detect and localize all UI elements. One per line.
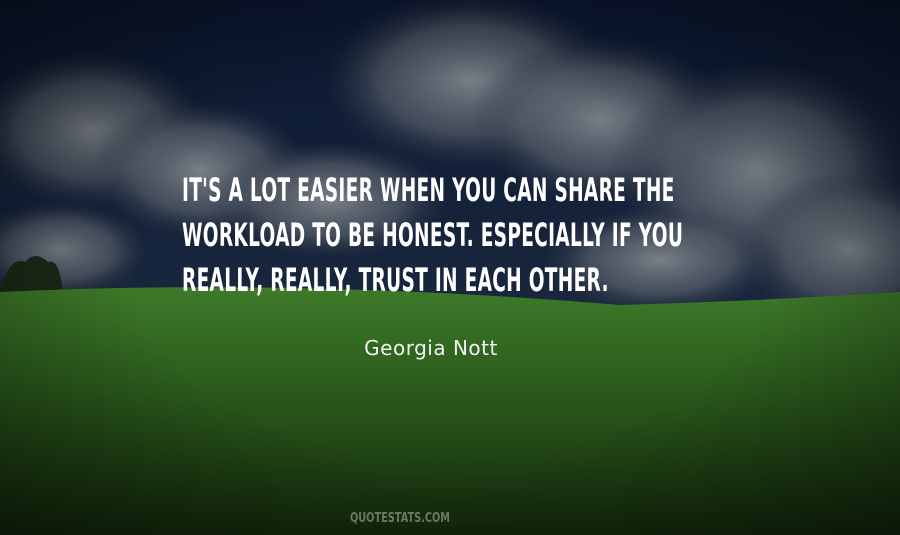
quote-image: IT'S A LOT EASIER WHEN YOU CAN SHARE THE…	[0, 0, 900, 535]
quote-line: IT'S A LOT EASIER WHEN YOU CAN SHARE THE	[182, 171, 675, 209]
quote-line: REALLY, REALLY, TRUST IN EACH OTHER.	[182, 261, 609, 299]
quote-author: Georgia Nott	[364, 336, 498, 360]
site-watermark: QUOTESTATS.COM	[349, 511, 451, 526]
quote-line: WORKLOAD TO BE HONEST. ESPECIALLY IF YOU	[182, 216, 684, 254]
quote-text: IT'S A LOT EASIER WHEN YOU CAN SHARE THE…	[182, 168, 762, 303]
